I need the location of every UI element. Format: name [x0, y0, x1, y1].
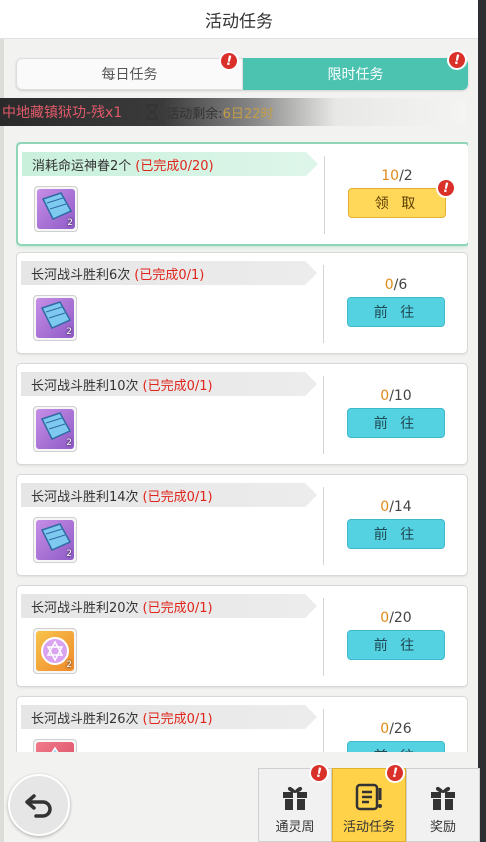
progress-total: /2	[399, 168, 413, 184]
reward-item[interactable]: 2	[33, 406, 77, 452]
task-title: 长河战斗胜利26次 (已完成0/1)	[21, 705, 317, 729]
task-title-text: 消耗命运神眷2个	[32, 158, 132, 174]
progress-current: 0	[380, 499, 390, 515]
reward-item[interactable]	[33, 739, 77, 752]
nav-label: 活动任务	[342, 820, 395, 835]
remain-value: 6日22时	[222, 106, 274, 122]
task-status: (已完成0/1)	[142, 711, 213, 727]
gift-icon	[431, 786, 455, 810]
task-title-text: 长河战斗胜利10次	[31, 378, 139, 394]
nav-event-tasks[interactable]: 活动任务 !	[332, 761, 407, 842]
red-crystal-icon	[51, 746, 59, 752]
alert-badge-icon: !	[217, 49, 241, 73]
nav-label: 通灵周	[275, 820, 315, 835]
remain-label: 活动剩余:	[166, 106, 223, 122]
progress-current: 0	[380, 610, 390, 626]
progress-total: /14	[389, 499, 412, 515]
progress-current: 10	[381, 168, 400, 184]
task-title-text: 长河战斗胜利20次	[31, 600, 139, 616]
alert-badge-icon: !	[445, 48, 469, 72]
task-progress: 0/6	[347, 277, 445, 293]
task-title: 长河战斗胜利14次 (已完成0/1)	[21, 483, 317, 507]
task-card: 长河战斗胜利14次 (已完成0/1) 2 0/14 前 往	[16, 474, 468, 576]
progress-total: /6	[393, 277, 408, 293]
task-card: 长河战斗胜利26次(已完成0/1) 0/26 前 往	[16, 696, 468, 752]
task-card: 长河战斗胜利20次 (已完成0/1) 2 0/20 前 往	[16, 585, 468, 687]
banner-title: 中地藏镇狱功-残x1	[2, 105, 123, 121]
alert-badge-icon: !	[383, 761, 407, 785]
task-tabs: 每日任务 ! 限时任务 !	[16, 48, 469, 90]
divider	[323, 376, 324, 454]
task-list-icon	[355, 783, 382, 811]
task-list[interactable]: 消耗命运神眷2个 (已完成0/20) 2 10/2 领 取 ! 长河战斗胜利6次(…	[16, 142, 468, 752]
task-status: (已完成0/1)	[142, 378, 213, 394]
task-title-text: 长河战斗胜利6次	[31, 267, 131, 283]
nav-label: 奖励	[429, 820, 456, 835]
progress-total: /20	[389, 610, 412, 626]
nav-tongling-week[interactable]: 通灵周 !	[258, 761, 332, 842]
reward-count: 2	[66, 327, 72, 337]
reward-item[interactable]: 2	[33, 295, 77, 341]
task-progress: 0/26	[347, 721, 445, 737]
right-edge	[478, 0, 486, 842]
task-progress: 0/10	[347, 388, 445, 404]
go-button[interactable]: 前 往	[347, 741, 445, 752]
go-button[interactable]: 前 往	[347, 297, 445, 327]
claim-button[interactable]: 领 取	[348, 188, 446, 218]
reward-item[interactable]: 2	[33, 517, 77, 563]
task-title-text: 长河战斗胜利14次	[31, 489, 139, 505]
divider	[323, 487, 324, 565]
progress-current: 0	[380, 388, 390, 404]
go-button[interactable]: 前 往	[347, 519, 445, 549]
task-title: 长河战斗胜利10次 (已完成0/1)	[21, 372, 317, 396]
progress-current: 0	[384, 277, 394, 293]
task-status: (已完成0/20)	[135, 158, 214, 174]
task-status: (已完成0/1)	[142, 489, 213, 505]
progress-total: /10	[389, 388, 412, 404]
back-arrow-icon	[25, 794, 52, 818]
task-title: 长河战斗胜利6次 (已完成0/1)	[21, 261, 317, 285]
tab-daily-tasks[interactable]: 每日任务 !	[16, 49, 243, 90]
back-button[interactable]	[8, 774, 70, 836]
task-title-text: 长河战斗胜利26次	[31, 711, 139, 727]
hourglass-icon	[145, 104, 159, 120]
task-title: 消耗命运神眷2个 (已完成0/20)	[22, 152, 318, 176]
divider	[323, 598, 324, 676]
reward-count: 2	[66, 660, 72, 670]
left-edge	[0, 0, 4, 842]
task-status: (已完成0/1)	[134, 267, 205, 283]
reward-count: 2	[66, 549, 72, 559]
reward-item[interactable]: 2	[34, 186, 78, 232]
divider	[324, 156, 325, 234]
progress-current: 0	[380, 721, 390, 737]
go-button[interactable]: 前 往	[347, 408, 445, 438]
tab-limited-tasks[interactable]: 限时任务 !	[243, 48, 469, 90]
task-title: 长河战斗胜利20次 (已完成0/1)	[21, 594, 317, 618]
task-progress: 0/20	[347, 610, 445, 626]
divider	[323, 265, 324, 343]
tab-daily-label: 每日任务	[101, 67, 158, 83]
task-card: 长河战斗胜利10次 (已完成0/1) 2 0/10 前 往	[16, 363, 468, 465]
gift-icon	[283, 786, 307, 810]
nav-rewards[interactable]: 奖励	[406, 768, 480, 842]
reward-count: 2	[66, 438, 72, 448]
reward-item[interactable]: 2	[33, 628, 77, 674]
bottom-bar: 通灵周 ! 活动任务 ! 奖励	[0, 752, 480, 842]
task-progress: 0/14	[347, 499, 445, 515]
tab-limited-label: 限时任务	[327, 67, 384, 83]
task-progress: 10/2	[348, 168, 446, 184]
event-banner: 中地藏镇狱功-残x1 活动剩余: 6日22时	[0, 98, 466, 126]
go-button[interactable]: 前 往	[347, 630, 445, 660]
divider	[323, 709, 324, 752]
progress-total: /26	[389, 721, 412, 737]
bottom-nav: 通灵周 ! 活动任务 ! 奖励	[258, 761, 480, 842]
task-card: 长河战斗胜利6次 (已完成0/1) 2 0/6 前 往	[16, 252, 468, 354]
task-card: 消耗命运神眷2个 (已完成0/20) 2 10/2 领 取 !	[16, 142, 468, 246]
page-header: 活动任务	[0, 0, 478, 39]
reward-count: 2	[67, 218, 73, 228]
task-status: (已完成0/1)	[142, 600, 213, 616]
page-title: 活动任务	[205, 11, 273, 32]
